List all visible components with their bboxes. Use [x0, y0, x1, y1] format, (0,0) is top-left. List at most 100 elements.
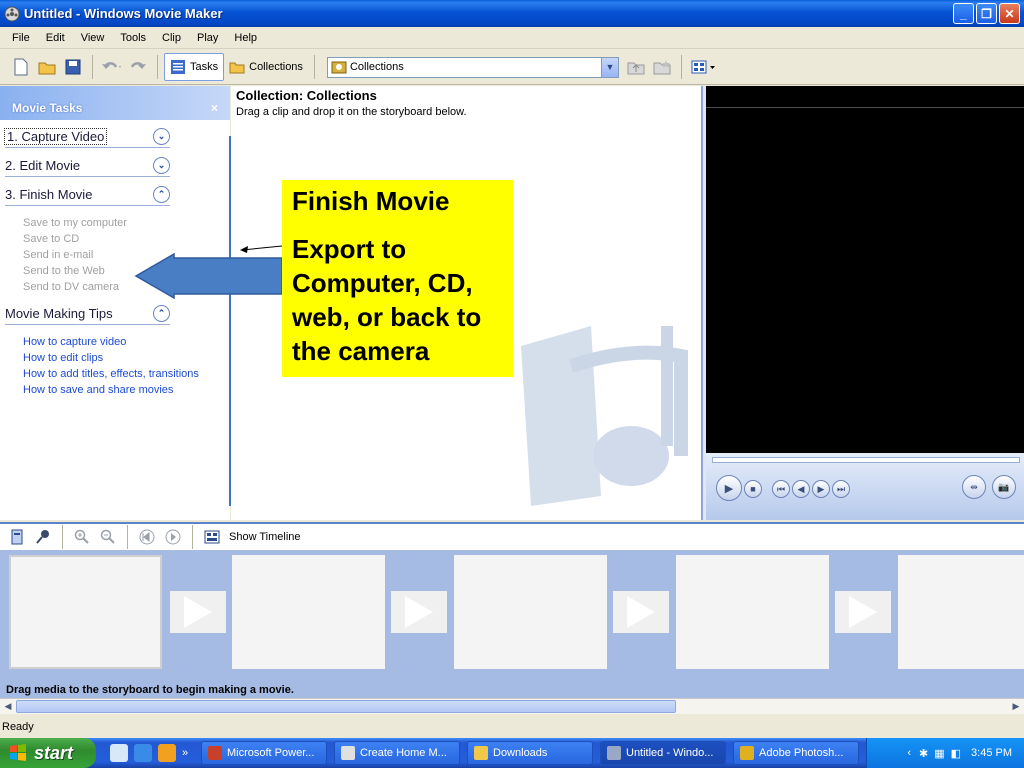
section-label: 1. Capture Video [3, 128, 108, 145]
narrate-mic-icon[interactable] [32, 526, 54, 548]
folder-icon [229, 62, 245, 74]
play-button[interactable]: ▶ [716, 475, 742, 501]
storyboard-clip-slot[interactable] [9, 555, 162, 669]
collections-dropdown[interactable]: Collections ▼ [326, 56, 619, 78]
quick-launch-ie-icon[interactable] [134, 744, 152, 762]
show-timeline-button[interactable]: Show Timeline [229, 531, 301, 543]
start-label: start [34, 742, 74, 763]
split-clip-button[interactable]: ⇹ [962, 475, 986, 499]
status-text: Ready [2, 721, 34, 733]
save-project-icon[interactable] [62, 56, 84, 78]
rewind-storyboard-icon[interactable] [136, 526, 158, 548]
zoom-out-icon[interactable] [97, 526, 119, 548]
transition-slot[interactable] [835, 591, 891, 633]
quick-launch-clock-icon[interactable] [158, 744, 176, 762]
tray-app-icon[interactable]: ✱ [919, 747, 928, 760]
restore-button[interactable]: ❐ [976, 3, 997, 24]
close-button[interactable]: ✕ [999, 3, 1020, 24]
scrollbar-thumb[interactable] [16, 700, 676, 713]
scroll-left-icon[interactable]: ◀ [1, 700, 15, 713]
forward-button[interactable]: ▶ [812, 480, 830, 498]
section-finish-movie[interactable]: 3. Finish Movie ⌃ [5, 184, 170, 206]
tip-edit-clips[interactable]: How to edit clips [23, 352, 103, 364]
taskbar-downloads[interactable]: Downloads [467, 741, 593, 765]
menu-view[interactable]: View [73, 27, 113, 48]
minimize-button[interactable]: _ [953, 3, 974, 24]
task-send-web[interactable]: Send to the Web [23, 265, 105, 277]
scroll-right-icon[interactable]: ▶ [1009, 700, 1023, 713]
menu-play[interactable]: Play [189, 27, 226, 48]
task-save-to-computer[interactable]: Save to my computer [23, 217, 127, 229]
callout-body: Export to Computer, CD, web, or back to … [292, 234, 482, 366]
open-project-icon[interactable] [36, 56, 58, 78]
tasks-toggle-button[interactable]: Tasks [164, 53, 225, 81]
back-button[interactable]: ◀ [792, 480, 810, 498]
redo-icon[interactable] [127, 56, 149, 78]
title-bar: Untitled - Windows Movie Maker _ ❐ ✕ [0, 0, 1024, 27]
tip-save-share[interactable]: How to save and share movies [23, 384, 173, 396]
new-folder-icon[interactable] [651, 56, 673, 78]
collections-label: Collections [249, 61, 303, 73]
previous-frame-button[interactable]: ⏮ [772, 480, 790, 498]
task-send-dv-camera[interactable]: Send to DV camera [23, 281, 119, 293]
document-icon [341, 746, 355, 760]
zoom-in-icon[interactable] [71, 526, 93, 548]
menu-tools[interactable]: Tools [112, 27, 154, 48]
collections-dropdown-value: Collections [349, 61, 404, 73]
storyboard-scrollbar[interactable]: ◀ ▶ [0, 698, 1024, 714]
storyboard-view-icon[interactable] [6, 526, 28, 548]
menu-help[interactable]: Help [226, 27, 265, 48]
quick-launch-outlook-icon[interactable] [110, 744, 128, 762]
chevron-up-icon[interactable]: ⌃ [153, 305, 170, 322]
section-edit-movie[interactable]: 2. Edit Movie ⌄ [5, 155, 170, 177]
undo-icon[interactable] [101, 56, 123, 78]
transition-slot[interactable] [170, 591, 226, 633]
stop-button[interactable]: ■ [744, 480, 762, 498]
next-frame-button[interactable]: ⏭ [832, 480, 850, 498]
views-icon[interactable] [690, 56, 718, 78]
tip-titles-effects[interactable]: How to add titles, effects, transitions [23, 368, 199, 380]
timeline-icon[interactable] [201, 526, 223, 548]
taskbar-movie-maker[interactable]: Untitled - Windo... [600, 741, 726, 765]
take-picture-button[interactable]: 📷 [992, 475, 1016, 499]
chevron-down-icon[interactable]: ⌄ [153, 128, 170, 145]
play-storyboard-icon[interactable] [162, 526, 184, 548]
quick-launch-expand-icon[interactable]: » [182, 747, 188, 759]
menu-clip[interactable]: Clip [154, 27, 189, 48]
chevron-down-icon[interactable]: ⌄ [153, 157, 170, 174]
up-level-icon[interactable] [625, 56, 647, 78]
task-save-to-cd[interactable]: Save to CD [23, 233, 79, 245]
menu-file[interactable]: File [0, 27, 38, 48]
collection-hint: Drag a clip and drop it on the storyboar… [236, 106, 467, 118]
tray-volume-icon[interactable]: ◧ [951, 747, 961, 760]
chevron-down-icon[interactable]: ▼ [600, 57, 618, 77]
folder-icon [474, 746, 488, 760]
taskbar-powerpoint[interactable]: Microsoft Power... [201, 741, 327, 765]
close-pane-icon[interactable]: × [211, 101, 218, 115]
taskbar-photoshop[interactable]: Adobe Photosh... [733, 741, 859, 765]
section-capture-video[interactable]: 1. Capture Video ⌄ [3, 126, 170, 148]
movie-tasks-title: Movie Tasks [12, 101, 83, 115]
tray-network-icon[interactable]: ▦ [934, 747, 944, 760]
tip-capture-video[interactable]: How to capture video [23, 336, 126, 348]
collections-toggle-button[interactable]: Collections [224, 53, 308, 81]
transition-slot[interactable] [613, 591, 669, 633]
seek-bar[interactable] [712, 457, 1020, 463]
preview-top-bar [706, 86, 1024, 108]
start-button[interactable]: start [0, 738, 96, 768]
storyboard-clip-slot[interactable] [898, 555, 1024, 669]
new-project-icon[interactable] [10, 56, 32, 78]
section-movie-making-tips[interactable]: Movie Making Tips ⌃ [5, 303, 170, 325]
taskbar-label: Microsoft Power... [227, 747, 315, 759]
task-send-email[interactable]: Send in e-mail [23, 249, 93, 261]
taskbar-create-home-movie[interactable]: Create Home M... [334, 741, 460, 765]
chevron-up-icon[interactable]: ⌃ [153, 186, 170, 203]
callout-arrow [134, 245, 283, 300]
tray-expand-icon[interactable]: ‹ [907, 747, 911, 759]
storyboard[interactable]: Drag media to the storyboard to begin ma… [0, 550, 1024, 698]
menu-edit[interactable]: Edit [38, 27, 73, 48]
storyboard-clip-slot[interactable] [232, 555, 385, 669]
storyboard-clip-slot[interactable] [454, 555, 607, 669]
storyboard-clip-slot[interactable] [676, 555, 829, 669]
transition-slot[interactable] [391, 591, 447, 633]
